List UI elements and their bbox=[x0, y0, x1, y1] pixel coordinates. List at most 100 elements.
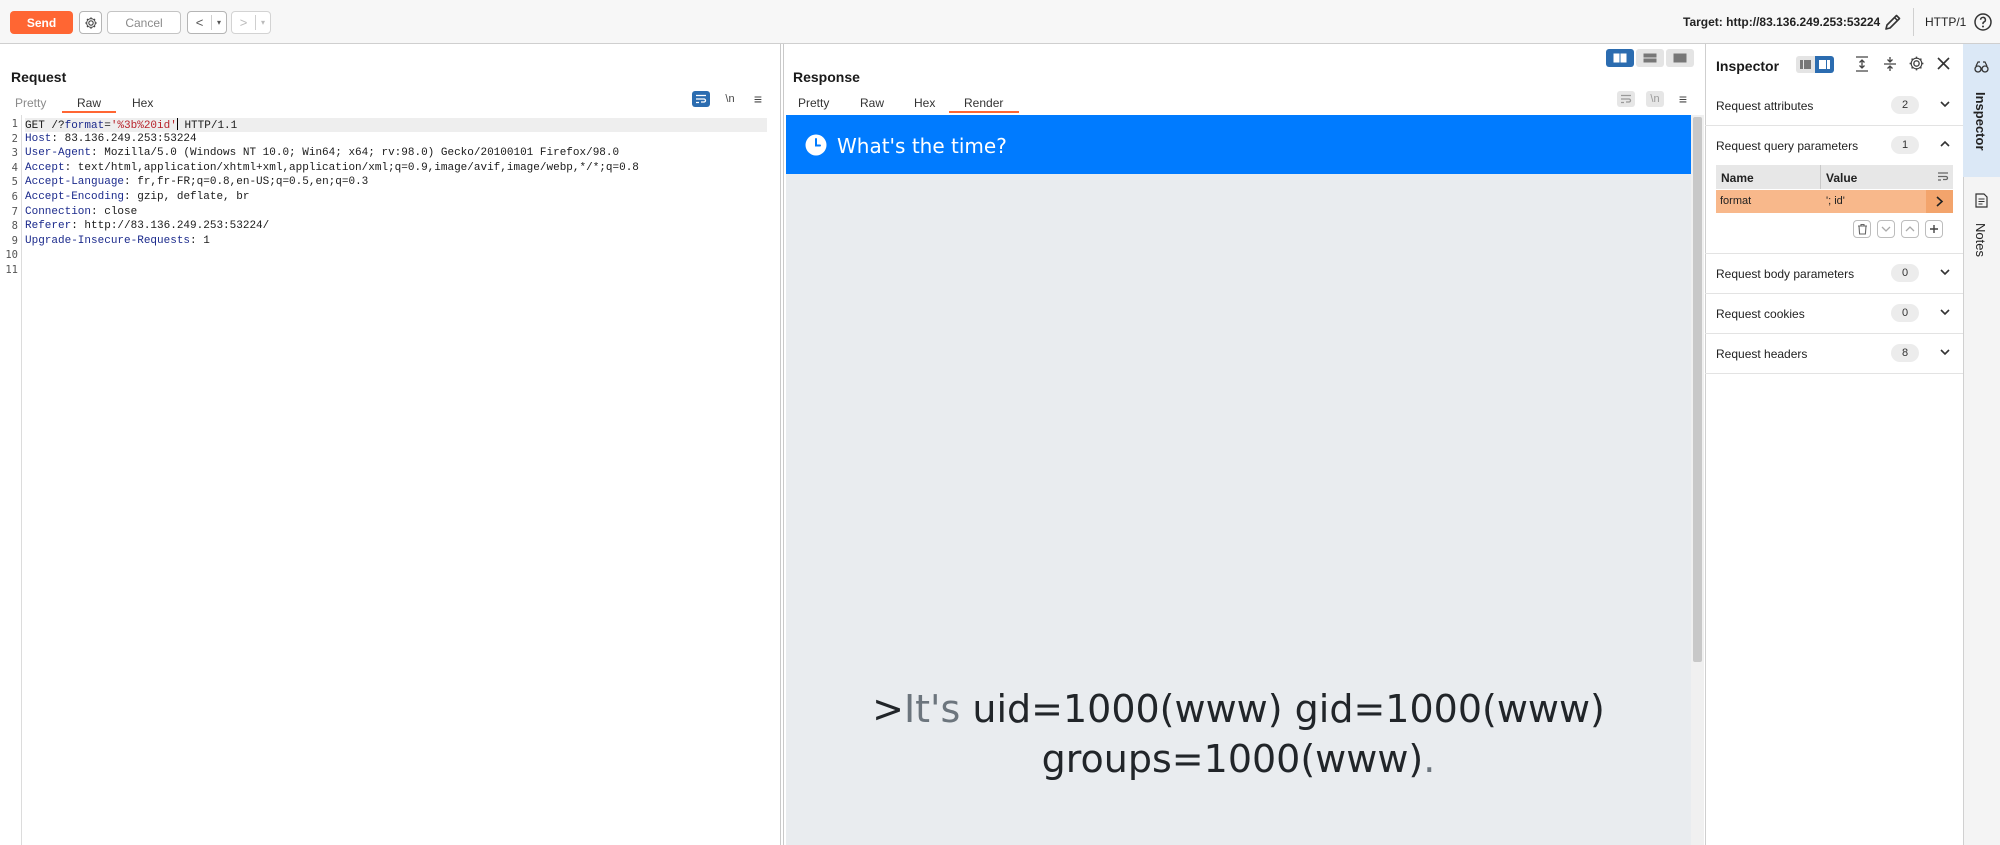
param-name-cell[interactable]: format bbox=[1720, 195, 1751, 207]
inspector-layout-list-button[interactable] bbox=[1796, 56, 1815, 73]
request-title: Request bbox=[11, 69, 67, 85]
chevron-down-icon[interactable]: ▾ bbox=[212, 18, 226, 27]
pencil-icon bbox=[1885, 14, 1901, 30]
query-param-equals: = bbox=[104, 120, 111, 132]
scrollbar-thumb[interactable] bbox=[1693, 117, 1702, 662]
section-label: Request attributes bbox=[1716, 99, 1814, 113]
tab-pretty[interactable]: Pretty bbox=[798, 96, 829, 110]
section-request-cookies[interactable]: Request cookies 0 bbox=[1705, 294, 1963, 334]
layout-stacked-button[interactable] bbox=[1636, 49, 1664, 67]
rendered-output: >It's uid=1000(www) gid=1000(www) groups… bbox=[786, 684, 1691, 784]
active-tab-indicator bbox=[949, 111, 1019, 113]
section-request-body-parameters[interactable]: Request body parameters 0 bbox=[1705, 254, 1963, 294]
wrap-lines-icon[interactable] bbox=[1937, 171, 1949, 182]
chevron-down-icon bbox=[1940, 349, 1950, 356]
header-line[interactable]: User-Agent: Mozilla/5.0 (Windows NT 10.0… bbox=[25, 147, 619, 159]
clock-icon bbox=[805, 134, 827, 156]
inspector-layout-detail-button[interactable] bbox=[1815, 56, 1834, 73]
chevron-down-icon bbox=[1940, 101, 1950, 108]
query-param-name: format bbox=[64, 120, 105, 132]
header-name: Upgrade-Insecure-Requests bbox=[25, 234, 191, 247]
tab-hex[interactable]: Hex bbox=[132, 96, 153, 110]
forward-arrow-icon: > bbox=[232, 15, 256, 30]
table-header: Name Value bbox=[1716, 165, 1953, 189]
header-value: : 1 bbox=[190, 234, 210, 247]
header-line[interactable]: Accept-Language: fr,fr-FR;q=0.8,en-US;q=… bbox=[25, 176, 368, 188]
header-line[interactable]: Connection: close bbox=[25, 206, 137, 218]
panel-divider[interactable] bbox=[780, 44, 781, 845]
header-line[interactable]: Host: 83.136.249.253:53224 bbox=[25, 133, 197, 145]
side-tab-inspector-label[interactable]: Inspector bbox=[1973, 92, 1988, 151]
protocol-selector[interactable]: HTTP/1 bbox=[1925, 15, 1966, 29]
line-number: 6 bbox=[11, 191, 18, 203]
count-badge: 0 bbox=[1891, 264, 1919, 282]
section-request-attributes[interactable]: Request attributes 2 bbox=[1705, 86, 1963, 126]
output-line-1: uid=1000(www) gid=1000(www) bbox=[960, 687, 1605, 731]
tab-pretty[interactable]: Pretty bbox=[15, 96, 46, 110]
output-period: . bbox=[1423, 737, 1436, 781]
rendered-heading: What's the time? bbox=[837, 134, 1007, 158]
header-line[interactable]: Referer: http://83.136.249.253:53224/ bbox=[25, 220, 269, 232]
menu-icon[interactable]: ≡ bbox=[1674, 91, 1692, 107]
side-tab-notes[interactable]: Notes bbox=[1973, 223, 1988, 257]
chevron-up-icon bbox=[1905, 226, 1915, 232]
trash-icon bbox=[1857, 223, 1867, 235]
edit-target-button[interactable] bbox=[1883, 12, 1903, 37]
request-line[interactable]: GET /?format='%3b%20id' HTTP/1.1 bbox=[25, 118, 767, 132]
http-version: HTTP/1.1 bbox=[177, 120, 238, 132]
header-name: User-Agent bbox=[25, 147, 92, 160]
line-number: 10 bbox=[5, 249, 18, 262]
delete-row-button[interactable] bbox=[1853, 220, 1871, 238]
header-line[interactable]: Accept: text/html,application/xhtml+xml,… bbox=[25, 162, 639, 174]
active-tab-indicator bbox=[62, 111, 116, 113]
inspector-title: Inspector bbox=[1716, 58, 1780, 74]
table-row[interactable]: format '; id' bbox=[1716, 190, 1953, 213]
close-icon[interactable] bbox=[1937, 57, 1950, 70]
menu-icon[interactable]: ≡ bbox=[749, 91, 767, 107]
add-row-button[interactable] bbox=[1925, 220, 1943, 238]
move-down-button[interactable] bbox=[1877, 220, 1895, 238]
count-badge: 1 bbox=[1891, 136, 1919, 154]
line-number: 11 bbox=[5, 264, 18, 276]
header-name: Accept-Language bbox=[25, 176, 125, 189]
forward-button[interactable]: > ▾ bbox=[231, 11, 271, 34]
move-up-button[interactable] bbox=[1901, 220, 1919, 238]
tab-hex[interactable]: Hex bbox=[914, 96, 935, 110]
cancel-button[interactable]: Cancel bbox=[107, 11, 181, 34]
header-value: : gzip, deflate, br bbox=[124, 191, 250, 203]
gear-icon[interactable] bbox=[1908, 55, 1925, 72]
line-number: 9 bbox=[11, 234, 18, 247]
output-prefix: > bbox=[872, 687, 904, 731]
help-button[interactable] bbox=[1973, 12, 1993, 37]
send-button[interactable]: Send bbox=[10, 11, 73, 34]
header-name: Referer bbox=[25, 220, 72, 233]
section-label: Request cookies bbox=[1716, 307, 1805, 321]
expand-all-icon[interactable] bbox=[1855, 56, 1869, 72]
single-pane-icon bbox=[1673, 53, 1687, 63]
header-line[interactable]: Accept-Encoding: gzip, deflate, br bbox=[25, 191, 249, 203]
tab-render[interactable]: Render bbox=[964, 96, 1003, 110]
param-value-cell[interactable]: '; id' bbox=[1826, 195, 1845, 207]
line-number: 1 bbox=[11, 118, 18, 130]
layout-side-by-side-button[interactable] bbox=[1606, 49, 1634, 67]
wrap-lines-button[interactable] bbox=[692, 91, 710, 107]
header-line[interactable]: Upgrade-Insecure-Requests: 1 bbox=[25, 235, 210, 247]
http-method: GET /? bbox=[25, 120, 65, 132]
tab-raw[interactable]: Raw bbox=[77, 96, 101, 110]
show-newlines-button[interactable]: \n bbox=[1646, 91, 1664, 107]
column-header-value: Value bbox=[1826, 171, 1858, 185]
collapse-all-icon[interactable] bbox=[1883, 56, 1897, 72]
layout-single-button[interactable] bbox=[1666, 49, 1694, 67]
table-actions bbox=[1853, 220, 1943, 238]
settings-button[interactable] bbox=[79, 11, 102, 34]
chevron-down-icon[interactable]: ▾ bbox=[256, 18, 270, 27]
plus-icon bbox=[1930, 225, 1938, 233]
wrap-lines-button[interactable] bbox=[1617, 91, 1635, 107]
header-name: Host bbox=[25, 132, 52, 145]
section-label: Request headers bbox=[1716, 347, 1808, 361]
back-button[interactable]: < ▾ bbox=[187, 11, 227, 34]
show-newlines-button[interactable]: \n bbox=[721, 91, 739, 107]
section-request-headers[interactable]: Request headers 8 bbox=[1705, 334, 1963, 374]
tab-raw[interactable]: Raw bbox=[860, 96, 884, 110]
column-divider bbox=[1820, 165, 1821, 189]
